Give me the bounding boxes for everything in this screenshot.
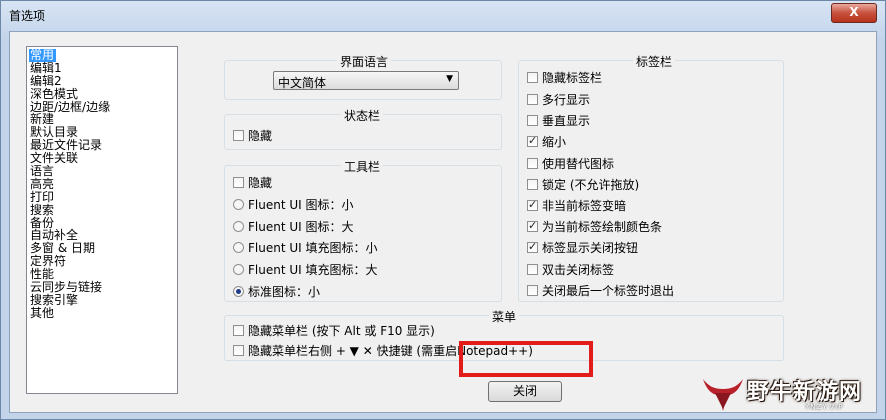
category-item[interactable]: 编辑2 xyxy=(29,74,177,88)
checkbox-label: 为当前标签绘制颜色条 xyxy=(542,220,663,235)
toolbar-icon-option[interactable]: Fluent UI 填充图标：大 xyxy=(233,261,378,278)
statusbar-hide-checkbox[interactable]: 隐藏 xyxy=(233,127,272,144)
checkbox-label: 垂直显示 xyxy=(542,114,591,129)
statusbar-group-title: 状态栏 xyxy=(341,107,384,124)
radio-button[interactable] xyxy=(233,285,244,297)
language-group-title: 界面语言 xyxy=(337,53,392,70)
tabbar-option-checkbox[interactable]: 垂直显示 xyxy=(527,112,590,129)
checkbox-label: 使用替代图标 xyxy=(542,156,615,171)
checkbox-box[interactable] xyxy=(527,134,538,148)
category-item[interactable]: 云同步与链接 xyxy=(29,281,177,294)
checkbox-label: 关闭最后一个标签时退出 xyxy=(542,283,675,298)
tabbar-option-checkbox[interactable]: 多行显示 xyxy=(527,91,590,108)
radio-button[interactable] xyxy=(233,242,244,254)
radio-label: 标准图标：小 xyxy=(248,284,321,299)
toolbar-icon-option[interactable]: Fluent UI 图标：大 xyxy=(233,218,354,235)
checkbox-box[interactable] xyxy=(233,345,244,356)
tabbar-option-checkbox[interactable]: 双击关闭标签 xyxy=(527,261,614,278)
category-list[interactable]: 常用 编辑1 编辑2 深色模式 边距/边框/边缘 新建 默认目录 最近文件记录 文件关联 语言 高亮… xyxy=(26,46,178,394)
checkbox-box[interactable] xyxy=(527,219,538,233)
category-item[interactable]: 搜索引擎 xyxy=(29,294,177,307)
checkbox-label: 隐藏菜单栏 (按下 Alt 或 F10 显示) xyxy=(248,324,435,338)
window-close-button[interactable]: X xyxy=(831,3,877,23)
menu-option-checkbox[interactable]: 隐藏菜单栏 (按下 Alt 或 F10 显示) xyxy=(233,322,435,339)
radio-label: Fluent UI 图标：大 xyxy=(248,219,354,234)
bull-logo-icon xyxy=(703,379,743,411)
language-group: 界面语言 中文简体 ▼ xyxy=(224,53,502,100)
checkbox-box[interactable] xyxy=(527,240,538,254)
category-item[interactable]: 编辑1 xyxy=(29,61,177,75)
tabbar-group-title: 标签栏 xyxy=(633,53,676,70)
watermark-subtext: YNZY.VIP xyxy=(805,403,844,411)
checkbox-box[interactable] xyxy=(233,177,244,188)
category-item[interactable]: 语言 xyxy=(29,165,177,178)
category-item[interactable]: 常用 xyxy=(29,49,56,62)
tabbar-option-checkbox[interactable]: 锁定 (不允许拖放) xyxy=(527,176,639,193)
toolbar-hide-checkbox[interactable]: 隐藏 xyxy=(233,174,272,191)
category-item[interactable]: 打印 xyxy=(29,190,177,204)
highlight-box xyxy=(459,341,593,377)
chevron-down-icon: ▼ xyxy=(446,74,453,84)
toolbar-group-title: 工具栏 xyxy=(341,158,384,175)
checkbox-label: 多行显示 xyxy=(542,93,591,107)
checkbox-box[interactable] xyxy=(233,130,244,141)
radio-label: Fluent UI 填充图标：大 xyxy=(248,263,378,278)
statusbar-group: 状态栏 隐藏 xyxy=(224,107,502,150)
checkbox-label: 锁定 (不允许拖放) xyxy=(542,177,640,192)
checkbox-box[interactable] xyxy=(527,263,538,275)
toolbar-icon-option[interactable]: 标准图标：小 xyxy=(233,283,320,300)
tabbar-option-checkbox[interactable]: 缩小 xyxy=(527,133,566,150)
dialog-client-area: 常用 编辑1 编辑2 深色模式 边距/边框/边缘 新建 默认目录 最近文件记录 文件关联 语言 高亮… xyxy=(9,31,877,413)
checkbox-label: 隐藏 xyxy=(248,176,273,190)
checkbox-label: 标签显示关闭按钮 xyxy=(542,241,639,256)
title-bar[interactable]: 首选项 X xyxy=(1,1,885,29)
toolbar-icon-option[interactable]: Fluent UI 图标：小 xyxy=(233,196,354,213)
menu-group-title: 菜单 xyxy=(489,308,520,325)
checkbox-box[interactable] xyxy=(527,284,538,296)
watermark-logo: 野牛新游网 YNZY.VIP xyxy=(695,371,885,417)
tabbar-hide-checkbox[interactable]: 隐藏标签栏 xyxy=(527,69,602,86)
radio-button[interactable] xyxy=(233,264,244,276)
checkbox-label: 非当前标签变暗 xyxy=(542,199,627,213)
tabbar-option-checkbox[interactable]: 关闭最后一个标签时退出 xyxy=(527,282,674,299)
language-select[interactable]: 中文简体 ▼ xyxy=(273,71,459,90)
language-select-value: 中文简体 xyxy=(278,76,327,90)
checkbox-box[interactable] xyxy=(527,94,538,105)
category-item[interactable]: 高亮 xyxy=(29,178,177,191)
checkbox-box[interactable] xyxy=(233,325,244,336)
preferences-window: 首选项 X 常用 编辑1 编辑2 深色模式 边距/边框/边缘 新建 默认目录 最近文件记录 文件… xyxy=(0,0,886,420)
radio-button[interactable] xyxy=(233,199,244,210)
checkbox-box[interactable] xyxy=(527,198,538,211)
toolbar-group: 工具栏 隐藏 Fluent UI 图标：小 Fluent UI 图标：大 Fluen… xyxy=(224,158,502,302)
tabbar-group: 标签栏 隐藏标签栏 多行显示垂直显示缩小使用替代图标锁定 (不允许拖放) 非当前标… xyxy=(518,53,784,302)
tabbar-option-checkbox[interactable]: 非当前标签变暗 xyxy=(527,197,626,214)
watermark-text: 野牛新游网 xyxy=(747,380,863,405)
toolbar-icon-option[interactable]: Fluent UI 填充图标：小 xyxy=(233,239,378,256)
radio-label: Fluent UI 填充图标：小 xyxy=(248,241,378,256)
checkbox-label: 隐藏 xyxy=(248,129,273,143)
checkbox-box[interactable] xyxy=(527,178,538,190)
checkbox-box[interactable] xyxy=(527,157,538,169)
category-item[interactable]: 其他 xyxy=(29,306,177,320)
category-item[interactable]: 深色模式 xyxy=(29,87,177,101)
checkbox-label: 双击关闭标签 xyxy=(542,262,615,277)
tabbar-option-checkbox[interactable]: 为当前标签绘制颜色条 xyxy=(527,218,662,235)
checkbox-box[interactable] xyxy=(527,72,538,83)
checkbox-label: 缩小 xyxy=(542,135,567,150)
radio-button[interactable] xyxy=(233,220,244,232)
checkbox-label: 隐藏标签栏 xyxy=(542,71,603,85)
tabbar-option-checkbox[interactable]: 标签显示关闭按钮 xyxy=(527,239,638,256)
close-button[interactable]: 关闭 xyxy=(488,381,562,402)
radio-label: Fluent UI 图标：小 xyxy=(248,198,354,212)
checkbox-box[interactable] xyxy=(527,115,538,127)
category-item[interactable]: 搜索 xyxy=(29,203,177,217)
window-title: 首选项 xyxy=(9,9,46,23)
tabbar-option-checkbox[interactable]: 使用替代图标 xyxy=(527,155,614,172)
